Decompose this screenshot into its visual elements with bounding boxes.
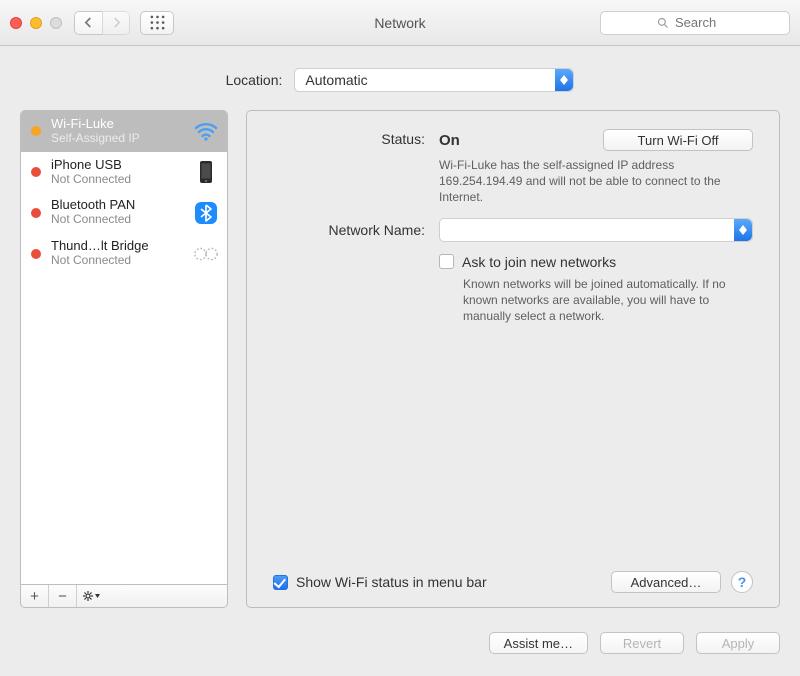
advanced-button[interactable]: Advanced… <box>611 571 721 593</box>
back-button[interactable] <box>74 11 102 35</box>
wifi-icon <box>193 119 219 143</box>
detail-panel: Status: On Turn Wi-Fi Off Wi-Fi-Luke has… <box>246 110 780 608</box>
stepper-icon <box>734 219 752 241</box>
ask-join-row: Ask to join new networks Known networks … <box>273 254 753 325</box>
service-action-menu-button[interactable] <box>77 585 105 607</box>
location-value: Automatic <box>305 72 367 88</box>
service-name: Bluetooth PAN <box>51 198 183 213</box>
ask-join-checkbox-row[interactable]: Ask to join new networks <box>439 254 753 270</box>
status-dot-icon <box>31 167 41 177</box>
ask-join-hint: Known networks will be joined automatica… <box>463 276 753 325</box>
show-menubar-checkbox-row[interactable]: Show Wi-Fi status in menu bar <box>273 574 487 590</box>
service-thunderbolt-bridge[interactable]: Thund…lt Bridge Not Connected <box>21 233 227 274</box>
service-status: Not Connected <box>51 213 183 227</box>
titlebar: Network <box>0 0 800 46</box>
service-name: iPhone USB <box>51 158 183 173</box>
remove-service-button[interactable]: − <box>49 585 77 607</box>
iphone-icon <box>193 160 219 184</box>
location-row: Location: Automatic <box>0 46 800 110</box>
apply-button: Apply <box>696 632 780 654</box>
network-name-label: Network Name: <box>273 222 439 238</box>
assist-button[interactable]: Assist me… <box>489 632 588 654</box>
service-list: Wi-Fi-Luke Self-Assigned IP <box>20 110 228 584</box>
network-name-row: Network Name: <box>273 218 753 242</box>
ask-join-checkbox[interactable] <box>439 254 454 269</box>
ask-join-label: Ask to join new networks <box>462 254 616 270</box>
close-window-button[interactable] <box>10 17 22 29</box>
show-menubar-label: Show Wi-Fi status in menu bar <box>296 574 487 590</box>
location-popup[interactable]: Automatic <box>294 68 574 92</box>
search-field[interactable] <box>600 11 790 35</box>
status-row: Status: On Turn Wi-Fi Off Wi-Fi-Luke has… <box>273 129 753 206</box>
status-value: On <box>439 132 460 149</box>
panel-footer: Show Wi-Fi status in menu bar Advanced… … <box>273 571 753 593</box>
show-menubar-checkbox[interactable] <box>273 575 288 590</box>
show-all-prefs-button[interactable] <box>140 11 174 35</box>
status-label: Status: <box>273 129 439 147</box>
chevron-left-icon <box>84 17 93 28</box>
status-description: Wi-Fi-Luke has the self-assigned IP addr… <box>439 157 739 206</box>
network-name-combo[interactable] <box>439 218 753 242</box>
window-controls <box>10 17 62 29</box>
nav-segment <box>74 11 130 35</box>
help-button[interactable]: ? <box>731 571 753 593</box>
service-iphone-usb[interactable]: iPhone USB Not Connected <box>21 152 227 193</box>
gear-dropdown-icon <box>82 589 100 603</box>
service-name: Thund…lt Bridge <box>51 239 183 254</box>
service-bluetooth-pan[interactable]: Bluetooth PAN Not Connected <box>21 192 227 233</box>
status-dot-icon <box>31 126 41 136</box>
grid-icon <box>150 15 165 30</box>
service-status: Self-Assigned IP <box>51 132 183 146</box>
location-label: Location: <box>226 72 283 88</box>
search-icon <box>657 17 669 29</box>
bluetooth-icon <box>193 201 219 225</box>
chevron-right-icon <box>112 17 121 28</box>
minimize-window-button[interactable] <box>30 17 42 29</box>
status-dot-icon <box>31 208 41 218</box>
search-input[interactable] <box>673 14 733 31</box>
service-wifi[interactable]: Wi-Fi-Luke Self-Assigned IP <box>21 111 227 152</box>
revert-button: Revert <box>600 632 684 654</box>
sidebar-footer: + − <box>20 584 228 608</box>
sidebar: Wi-Fi-Luke Self-Assigned IP <box>20 110 228 608</box>
dialog-buttons: Assist me… Revert Apply <box>0 622 800 654</box>
main-area: Wi-Fi-Luke Self-Assigned IP <box>0 110 800 622</box>
zoom-window-button <box>50 17 62 29</box>
forward-button <box>102 11 130 35</box>
add-service-button[interactable]: + <box>21 585 49 607</box>
service-status: Not Connected <box>51 173 183 187</box>
toggle-wifi-button[interactable]: Turn Wi-Fi Off <box>603 129 753 151</box>
service-status: Not Connected <box>51 254 183 268</box>
status-dot-icon <box>31 249 41 259</box>
thunderbolt-bridge-icon <box>193 242 219 266</box>
stepper-icon <box>555 69 573 91</box>
service-name: Wi-Fi-Luke <box>51 117 183 132</box>
